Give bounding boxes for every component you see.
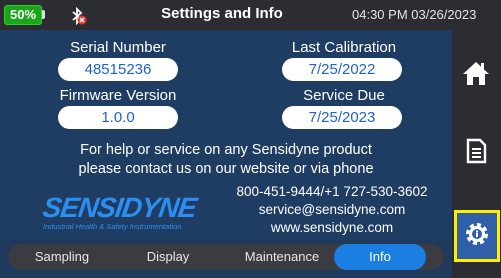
- tab-sampling[interactable]: Sampling: [14, 244, 110, 270]
- document-icon: [465, 138, 487, 169]
- clock: 04:30 PM 03/26/2023: [352, 7, 477, 22]
- battery-tip: [42, 10, 45, 19]
- service-due-label: Service Due: [303, 87, 385, 104]
- tab-info[interactable]: Info: [334, 244, 426, 270]
- tab-display[interactable]: Display: [120, 244, 216, 270]
- bluetooth-off-icon: [68, 6, 88, 26]
- home-button[interactable]: [453, 52, 499, 98]
- tab-maintenance[interactable]: Maintenance: [230, 244, 334, 270]
- firmware-version-label: Firmware Version: [59, 87, 177, 104]
- last-calibration-label: Last Calibration: [291, 39, 397, 56]
- last-calibration-value: 7/25/2022: [282, 58, 402, 81]
- page-title: Settings and Info: [161, 5, 283, 22]
- serial-number-label: Serial Number: [70, 39, 166, 56]
- right-sidebar: [452, 30, 501, 278]
- contact-website: www.sensidyne.com: [270, 220, 394, 235]
- firmware-version-value: 1.0.0: [58, 106, 178, 129]
- settings-info-button[interactable]: [454, 210, 500, 262]
- sensidyne-logo: SENSIDYNE Industrial Health & Safety Ins…: [40, 192, 203, 232]
- device-screen: 50% Settings and Info 04:30 PM 03/26/202…: [0, 0, 501, 278]
- service-due-value: 7/25/2023: [282, 106, 402, 129]
- home-icon: [462, 60, 490, 91]
- logo-wordmark: SENSIDYNE: [40, 192, 199, 223]
- status-bar: 50% Settings and Info 04:30 PM 03/26/202…: [0, 0, 501, 30]
- report-button[interactable]: [453, 130, 499, 176]
- help-text-line-2: please contact us on our website or via …: [78, 161, 374, 177]
- contact-email: service@sensidyne.com: [258, 202, 406, 217]
- settings-info-icon: [464, 221, 490, 252]
- help-text-line-1: For help or service on any Sensidyne pro…: [80, 142, 372, 158]
- info-panel: Serial Number 48515236 Last Calibration …: [0, 30, 452, 240]
- contact-phone: 800-451-9444/+1 727-530-3602: [236, 184, 428, 199]
- bottom-tab-bar: Sampling Display Maintenance Info: [8, 244, 444, 270]
- serial-number-value: 48515236: [58, 58, 178, 81]
- battery-percent: 50%: [4, 5, 42, 25]
- battery-indicator: 50%: [4, 5, 46, 25]
- logo-tagline: Industrial Health & Safety Instrumentati…: [43, 222, 182, 231]
